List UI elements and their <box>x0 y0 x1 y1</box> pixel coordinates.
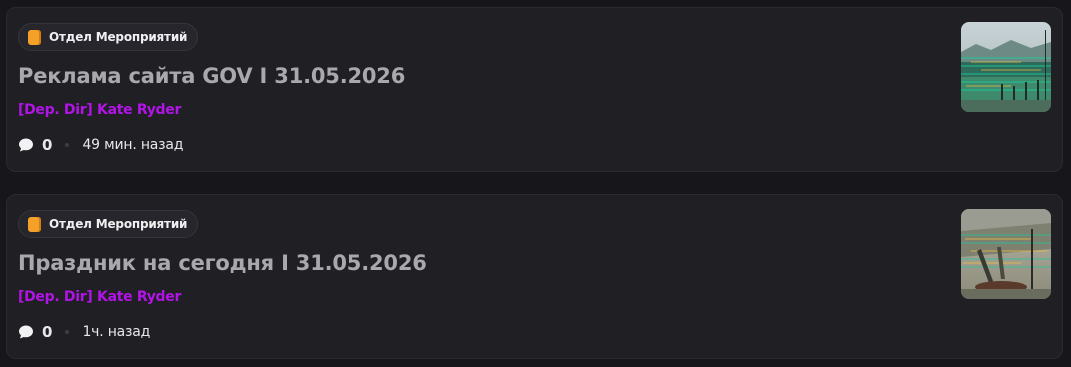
post-author[interactable]: [Dep. Dir] Kate Ryder <box>18 102 181 118</box>
separator-dot <box>65 330 70 334</box>
comment-bubble-icon <box>19 138 33 152</box>
post-card[interactable]: Отдел Мероприятий Реклама сайта GOV I 31… <box>6 7 1063 172</box>
post-time: 1ч. назад <box>82 324 151 340</box>
post-time: 49 мин. назад <box>82 137 184 153</box>
category-chip[interactable]: Отдел Мероприятий <box>18 23 199 51</box>
post-title[interactable]: Реклама сайта GOV I 31.05.2026 <box>18 64 405 88</box>
post-thumbnail[interactable] <box>961 22 1051 112</box>
separator-dot <box>65 143 70 147</box>
post-meta: 0 1ч. назад <box>18 322 150 342</box>
post-thumbnail[interactable] <box>961 209 1051 299</box>
category-chip[interactable]: Отдел Мероприятий <box>18 210 199 238</box>
category-label: Отдел Мероприятий <box>49 30 188 44</box>
category-label: Отдел Мероприятий <box>49 217 188 231</box>
comment-count: 0 <box>42 136 53 154</box>
post-card[interactable]: Отдел Мероприятий Праздник на сегодня I … <box>6 194 1063 359</box>
orange-book-icon <box>28 216 41 232</box>
post-author[interactable]: [Dep. Dir] Kate Ryder <box>18 289 181 305</box>
comment-count: 0 <box>42 323 53 341</box>
post-title[interactable]: Праздник на сегодня I 31.05.2026 <box>18 251 427 275</box>
comment-bubble-icon <box>19 325 33 339</box>
orange-book-icon <box>28 29 41 45</box>
post-feed: Отдел Мероприятий Реклама сайта GOV I 31… <box>0 0 1071 367</box>
post-meta: 0 49 мин. назад <box>18 135 183 155</box>
